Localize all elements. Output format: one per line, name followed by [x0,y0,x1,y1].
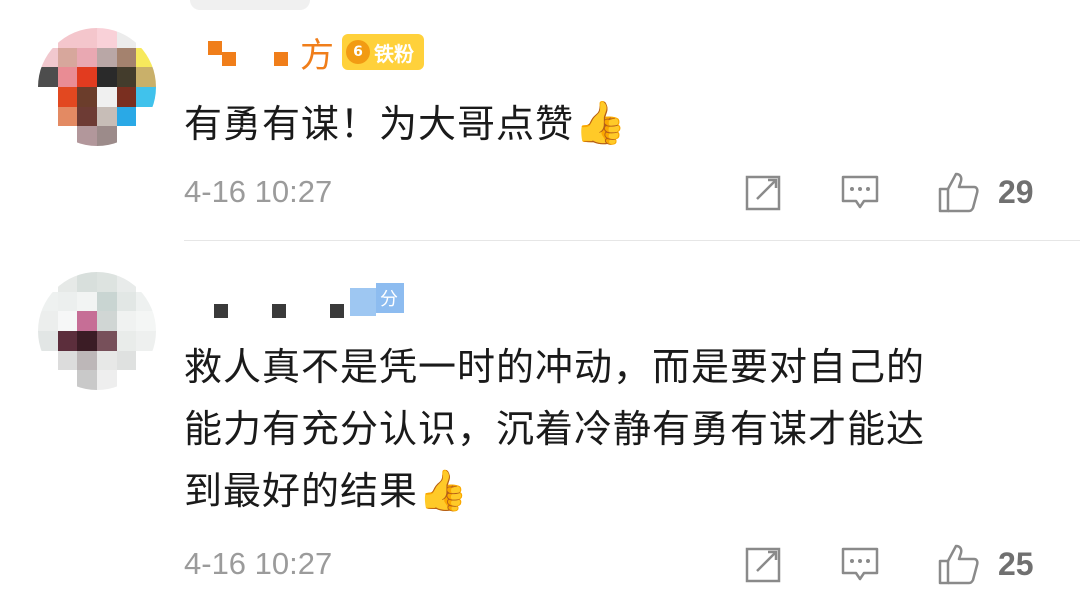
avatar[interactable] [38,28,156,146]
crown-icon: 6 [346,40,370,64]
comment-text-line: 能力有充分认识，沉着冷静有勇有谋才能达 [184,407,926,451]
comment-text-line-with-emoji: 到最好的结果👍 [184,460,1044,522]
username-text: 分 [376,283,404,313]
comment-text-line: 救人真不是凭一时的冲动，而是要对自己的 [184,345,926,389]
username-masked-block [330,304,344,318]
share-icon[interactable] [744,172,784,212]
thumbs-up-emoji: 👍 [418,468,469,514]
thumbs-up-emoji: 👍 [574,98,628,147]
like-count: 29 [998,174,1034,210]
like-count: 25 [998,546,1034,582]
timestamp: 4-16 10:27 [184,546,333,581]
timestamp: 4-16 10:27 [184,174,333,209]
fan-badge[interactable]: 6 铁粉 [342,34,424,70]
comment-text: 有勇有谋！为大哥点赞👍 [184,92,1044,155]
username-masked-block [214,304,228,318]
avatar[interactable] [38,272,156,390]
comment-text-line: 到最好的结果 [184,469,419,513]
comment-icon[interactable] [840,172,880,212]
username[interactable]: 分 [214,282,404,322]
username-masked-block [208,41,222,55]
comment-item: 方 6 铁粉 有勇有谋！为大哥点赞👍 4-16 10:27 29 [0,0,1080,241]
comment-text-content: 有勇有谋！为大哥点赞 [184,102,575,146]
like-icon[interactable] [936,170,980,214]
username[interactable]: 方 6 铁粉 [208,30,424,76]
fan-badge-label: 铁粉 [374,41,414,66]
username-masked-block [222,52,236,66]
like-icon[interactable] [936,542,980,586]
username-masked-block [274,52,288,66]
username-text: 方 [300,35,336,76]
share-icon[interactable] [744,544,784,584]
username-masked-block [272,304,286,318]
username-masked-block [350,288,376,316]
comment-icon[interactable] [840,544,880,584]
comment-item: 分 救人真不是凭一时的冲动，而是要对自己的 能力有充分认识，沉着冷静有勇有谋才能… [0,240,1080,605]
comment-text: 救人真不是凭一时的冲动，而是要对自己的 能力有充分认识，沉着冷静有勇有谋才能达 … [184,336,1044,522]
